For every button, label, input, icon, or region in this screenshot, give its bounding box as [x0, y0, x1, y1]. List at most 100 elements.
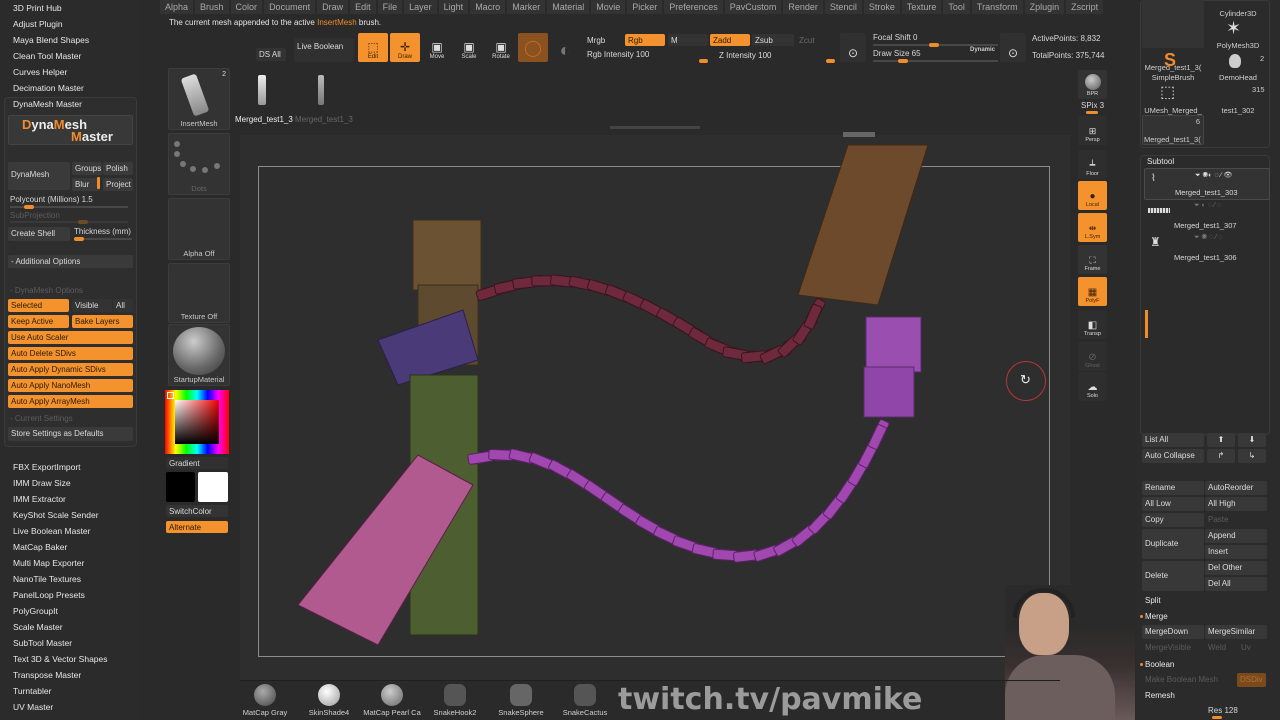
- plugin-item[interactable]: PolyGroupIt: [13, 606, 58, 616]
- plugin-item[interactable]: Transpose Master: [13, 670, 81, 680]
- use-auto-scaler-toggle[interactable]: Use Auto Scaler: [8, 331, 133, 344]
- polish-toggle[interactable]: Polish: [103, 162, 133, 175]
- tool-thumb[interactable]: Cylinder3D: [1206, 2, 1270, 18]
- paste-button[interactable]: Paste: [1205, 513, 1267, 527]
- menu-edit[interactable]: Edit: [350, 0, 376, 14]
- zcut-button[interactable]: Zcut: [796, 34, 836, 46]
- dynamesh-button[interactable]: DynaMesh: [8, 162, 70, 190]
- dynamesh-options-header[interactable]: - DynaMesh Options: [10, 286, 83, 295]
- plugin-item[interactable]: Text 3D & Vector Shapes: [13, 654, 108, 664]
- plugin-item[interactable]: FBX ExportImport: [13, 462, 81, 472]
- shelf-snakecactus[interactable]: SnakeCactus: [555, 684, 615, 717]
- auto-delete-sdivs-toggle[interactable]: Auto Delete SDivs: [8, 347, 133, 360]
- tool-thumb[interactable]: SimpleBrush: [1141, 70, 1205, 82]
- plugin-decimation-master[interactable]: Decimation Master: [13, 83, 84, 93]
- tool-thumb[interactable]: PolyMesh3D: [1206, 38, 1270, 50]
- plugin-item[interactable]: MatCap Baker: [13, 542, 67, 552]
- auto-apply-nanomesh-toggle[interactable]: Auto Apply NanoMesh: [8, 379, 133, 392]
- plugin-dynamesh-master[interactable]: DynaMesh Master: [13, 99, 82, 109]
- plugin-item[interactable]: Scale Master: [13, 622, 63, 632]
- slider-knob[interactable]: [929, 43, 939, 47]
- remesh-section[interactable]: Remesh: [1145, 691, 1175, 700]
- plugin-item[interactable]: UV Master: [13, 702, 53, 712]
- del-other-button[interactable]: Del Other: [1205, 561, 1267, 575]
- z-intensity-slider[interactable]: Z Intensity 100: [716, 49, 836, 61]
- shelf-matcap-gray[interactable]: MatCap Gray: [235, 684, 295, 717]
- menu-stencil[interactable]: Stencil: [824, 0, 862, 14]
- texture-thumb[interactable]: Texture Off: [168, 263, 230, 323]
- auto-apply-dynamic-sdivs-toggle[interactable]: Auto Apply Dynamic SDivs: [8, 363, 133, 376]
- project-toggle[interactable]: Project: [103, 178, 133, 191]
- copy-button[interactable]: Copy: [1142, 513, 1204, 527]
- slider-knob[interactable]: [24, 205, 34, 209]
- menu-macro[interactable]: Macro: [470, 0, 506, 14]
- subtool-controls[interactable]: ⏷ ◉ ◌ ∕ ◌: [1194, 234, 1222, 242]
- plugin-adjust[interactable]: Adjust Plugin: [13, 19, 63, 29]
- tool-thumb[interactable]: UMesh_Merged_: [1141, 103, 1205, 115]
- duplicate-button[interactable]: Duplicate: [1142, 529, 1204, 559]
- slider-knob[interactable]: [74, 237, 84, 241]
- insertmesh-brush-thumb[interactable]: 2 InsertMesh: [168, 68, 230, 130]
- menu-preferences[interactable]: Preferences: [664, 0, 723, 14]
- groups-toggle[interactable]: Groups: [72, 162, 102, 175]
- plugin-item[interactable]: NanoTile Textures: [13, 574, 81, 584]
- menu-tool[interactable]: Tool: [943, 0, 970, 14]
- subtool-row[interactable]: ♜ ⏷ ◉ ◌ ∕ ◌ Merged_test1_306: [1144, 232, 1270, 264]
- bake-layers-toggle[interactable]: Bake Layers: [72, 315, 133, 328]
- dsdiv-toggle[interactable]: DSDiv: [1237, 673, 1266, 687]
- current-settings-header[interactable]: - Current Settings: [10, 414, 73, 423]
- menu-draw[interactable]: Draw: [317, 0, 349, 14]
- store-settings-button[interactable]: Store Settings as Defaults: [8, 427, 133, 441]
- lsym-button[interactable]: ⇹ L.Sym: [1078, 213, 1107, 242]
- z-intensity-knob[interactable]: [826, 59, 835, 63]
- plugin-3d-print-hub[interactable]: 3D Print Hub: [13, 3, 62, 13]
- make-boolean-mesh-button[interactable]: Make Boolean Mesh: [1142, 673, 1232, 687]
- create-shell-button[interactable]: Create Shell: [8, 227, 70, 241]
- plugin-item[interactable]: Live Boolean Master: [13, 526, 91, 536]
- recent-tool-label[interactable]: Merged_test1_3: [295, 115, 353, 124]
- subtool-row[interactable]: ⏷ ◐ ◌ ∕ ◌ Merged_test1_307: [1144, 200, 1270, 232]
- plugin-item[interactable]: KeyShot Scale Sender: [13, 510, 99, 520]
- spix-slider[interactable]: [1086, 111, 1098, 114]
- weld-toggle[interactable]: Weld: [1205, 641, 1235, 655]
- switch-color-button[interactable]: SwitchColor: [166, 505, 228, 517]
- shelf-skinshade4[interactable]: SkinShade4: [299, 684, 359, 717]
- polyf-button[interactable]: ▦ PolyF: [1078, 277, 1107, 306]
- all-low-button[interactable]: All Low: [1142, 497, 1204, 511]
- canvas-scroll-marker[interactable]: [610, 126, 700, 129]
- menu-document[interactable]: Document: [264, 0, 316, 14]
- plugin-item[interactable]: PanelLoop Presets: [13, 590, 85, 600]
- rgb-intensity-knob[interactable]: [699, 59, 708, 63]
- color-picker[interactable]: [165, 390, 229, 454]
- subtool-header[interactable]: Subtool: [1147, 157, 1174, 166]
- tool-thumb[interactable]: DemoHead: [1206, 70, 1270, 82]
- frame-button[interactable]: ⛶ Frame: [1078, 245, 1107, 274]
- polycount-slider[interactable]: [10, 205, 128, 209]
- append-button[interactable]: Append: [1205, 529, 1267, 543]
- subtool-controls[interactable]: ⏷ ◉◐ ◌ ∕ 👁: [1195, 171, 1232, 180]
- collapse-down-button[interactable]: ↳: [1238, 449, 1266, 463]
- plugin-clean-tool-master[interactable]: Clean Tool Master: [13, 51, 81, 61]
- menu-transform[interactable]: Transform: [971, 0, 1023, 14]
- merge-similar-button[interactable]: MergeSimilar: [1205, 625, 1267, 639]
- alternate-toggle[interactable]: Alternate: [166, 521, 228, 533]
- thickness-slider[interactable]: [74, 237, 132, 241]
- selected-toggle[interactable]: Selected: [8, 299, 69, 312]
- persp-button[interactable]: ⊞ Persp: [1078, 116, 1107, 145]
- recent-tool-label[interactable]: Merged_test1_3: [235, 115, 293, 124]
- delete-button[interactable]: Delete: [1142, 561, 1204, 591]
- rotate-button[interactable]: ▣ Rotate: [486, 33, 516, 62]
- merge-down-button[interactable]: MergeDown: [1142, 625, 1204, 639]
- tool-thumb[interactable]: 6 Merged_test1_3(: [1142, 115, 1204, 145]
- menu-layer[interactable]: Layer: [404, 0, 437, 14]
- plugin-item[interactable]: Multi Map Exporter: [13, 558, 84, 568]
- plugin-maya-blend-shapes[interactable]: Maya Blend Shapes: [13, 35, 89, 45]
- mrgb-button[interactable]: Mrgb: [584, 34, 624, 46]
- sphere-mode-button[interactable]: ◐: [550, 33, 580, 62]
- move-down-button[interactable]: ⬇: [1238, 433, 1266, 447]
- menu-stroke[interactable]: Stroke: [863, 0, 900, 14]
- del-all-button[interactable]: Del All: [1205, 577, 1267, 591]
- merge-visible-button[interactable]: MergeVisible: [1142, 641, 1204, 655]
- eye-icon[interactable]: 👁: [1224, 172, 1233, 179]
- alpha-thumb[interactable]: Alpha Off: [168, 198, 230, 260]
